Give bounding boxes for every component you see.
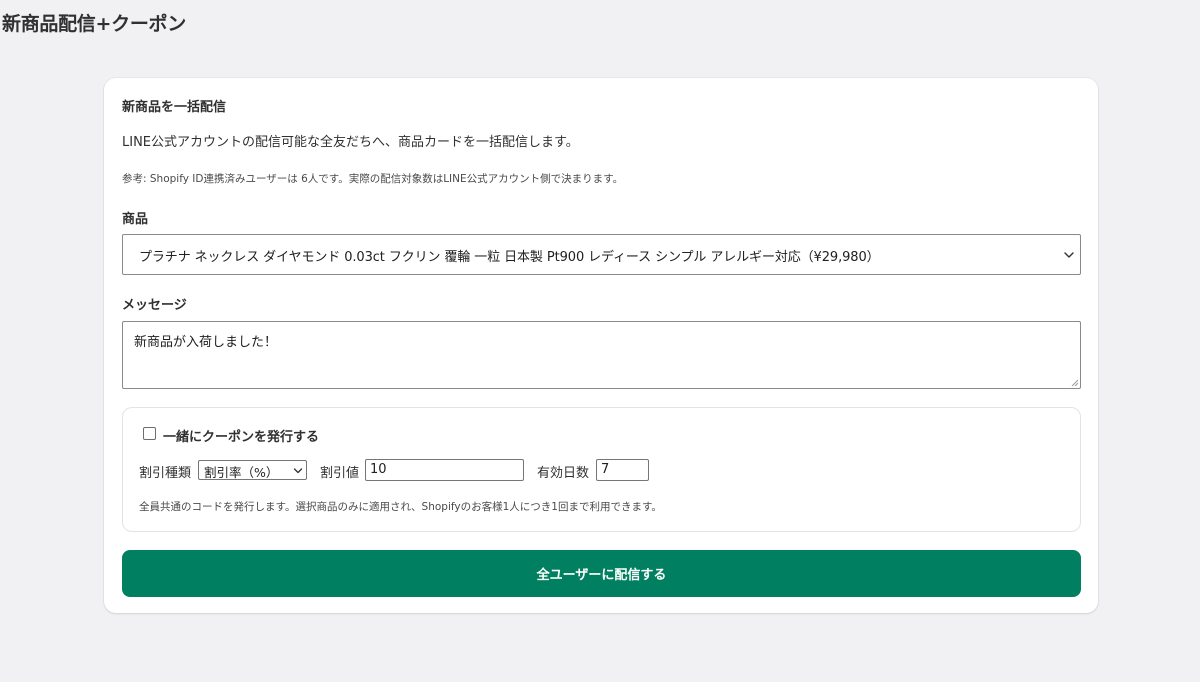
chevron-down-icon <box>1064 252 1074 258</box>
bulk-broadcast-card: 新商品を一括配信 LINE公式アカウントの配信可能な全友だちへ、商品カードを一括… <box>104 78 1098 613</box>
valid-days-label: 有効日数 <box>537 466 590 481</box>
discount-value-text: 10 <box>370 462 387 477</box>
broadcast-all-button[interactable]: 全ユーザーに配信する <box>122 550 1081 597</box>
resize-grip-icon[interactable] <box>1070 378 1079 387</box>
valid-days-input[interactable]: 7 <box>596 459 649 481</box>
page-title: 新商品配信+クーポン <box>2 13 186 35</box>
coupon-checkbox[interactable] <box>143 427 156 440</box>
discount-type-label: 割引種類 <box>139 466 192 481</box>
coupon-help-text: 全員共通のコードを発行します。選択商品のみに適用され、Shopifyのお客様1人… <box>139 501 662 513</box>
card-note: 参考: Shopify ID連携済みユーザーは 6人です。実際の配信対象数はLI… <box>122 173 624 185</box>
card-description: LINE公式アカウントの配信可能な全友だちへ、商品カードを一括配信します。 <box>122 135 579 150</box>
coupon-checkbox-label[interactable]: 一緒にクーポンを発行する <box>163 426 319 445</box>
discount-value-label: 割引値 <box>320 466 360 481</box>
discount-type-select[interactable]: 割引率（%） <box>198 460 307 480</box>
product-select-value: プラチナ ネックレス ダイヤモンド 0.03ct フクリン 覆輪 一粒 日本製 … <box>139 250 880 265</box>
message-label: メッセージ <box>122 298 187 313</box>
coupon-section: 一緒にクーポンを発行する 割引種類 割引率（%） 割引値 10 有効日数 7 全… <box>122 407 1081 532</box>
product-select[interactable]: プラチナ ネックレス ダイヤモンド 0.03ct フクリン 覆輪 一粒 日本製 … <box>122 234 1081 275</box>
discount-type-value: 割引率（%） <box>204 465 279 480</box>
discount-value-input[interactable]: 10 <box>365 459 524 481</box>
card-title: 新商品を一括配信 <box>122 100 227 115</box>
message-text: 新商品が入荷しました！ <box>134 335 278 350</box>
valid-days-text: 7 <box>601 462 610 477</box>
message-textarea[interactable]: 新商品が入荷しました！ <box>122 321 1081 389</box>
chevron-down-icon <box>293 468 303 474</box>
product-label: 商品 <box>122 212 149 227</box>
